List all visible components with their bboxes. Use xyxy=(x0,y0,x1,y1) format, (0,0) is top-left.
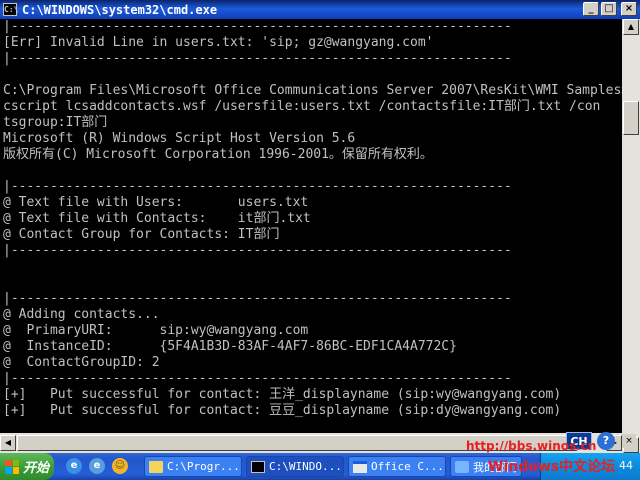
console-line: |---------------------------------------… xyxy=(3,291,512,306)
folder-icon xyxy=(149,460,163,473)
close-button[interactable]: × xyxy=(621,2,637,16)
internet-explorer-icon[interactable]: e xyxy=(66,458,82,474)
browser-icon[interactable]: e xyxy=(89,458,105,474)
title-bar[interactable]: C:\ C:\WINDOWS\system32\cmd.exe _ □ × xyxy=(0,0,640,19)
messenger-icon[interactable]: ☺ xyxy=(112,458,128,474)
help-icon[interactable]: ? xyxy=(597,432,615,450)
console-line: |---------------------------------------… xyxy=(3,179,512,194)
cmd-icon: C:\ xyxy=(3,3,19,16)
console-line: 版权所有(C) Microsoft Corporation 1996-2001。… xyxy=(3,147,433,162)
console-output[interactable]: |---------------------------------------… xyxy=(0,19,622,453)
maximize-button[interactable]: □ xyxy=(601,2,617,16)
console-line: |---------------------------------------… xyxy=(3,371,512,386)
console-line: @ Contact Group for Contacts: IT部门 xyxy=(3,227,280,242)
scroll-left-icon[interactable]: ◀ xyxy=(0,435,16,451)
console-line: @ PrimaryURI: sip:wy@wangyang.com xyxy=(3,323,309,338)
console-line: @ Adding contacts... xyxy=(3,307,160,322)
console-line: [+] Put successful for contact: 王洋_displ… xyxy=(3,387,562,402)
start-button[interactable]: 开始 xyxy=(0,453,54,480)
console-line: |---------------------------------------… xyxy=(3,19,512,34)
console-line: tsgroup:IT部门 xyxy=(3,115,108,130)
cmd-icon xyxy=(251,460,265,473)
console-line: @ ContactGroupID: 2 xyxy=(3,355,160,370)
scroll-up-icon[interactable]: ▲ xyxy=(623,19,639,35)
app-icon xyxy=(455,460,469,473)
start-label: 开始 xyxy=(23,461,50,476)
console-line: |---------------------------------------… xyxy=(3,51,512,66)
taskbar-item-program-files[interactable]: C:\Progr... xyxy=(144,456,242,477)
console-line: [+] Put successful for contact: 豆豆_displ… xyxy=(3,403,562,418)
console-line: @ Text file with Users: users.txt xyxy=(3,195,309,210)
language-bar-close-icon[interactable]: × xyxy=(622,434,636,448)
taskbar-item-cmd[interactable]: C:\WINDO... xyxy=(246,456,344,477)
taskbar-item-office-communicator[interactable]: Office C... xyxy=(348,456,446,477)
taskbar-item-label: C:\WINDO... xyxy=(269,460,342,473)
watermark-brand: Windows中文论坛 xyxy=(488,459,616,475)
console-line: cscript lcsaddcontacts.wsf /usersfile:us… xyxy=(3,99,601,114)
taskbar-item-label: C:\Progr... xyxy=(167,460,240,473)
vertical-scrollbar[interactable]: ▲ ▼ xyxy=(622,19,640,453)
clock[interactable]: 44 xyxy=(619,459,633,472)
windows-flag-icon xyxy=(5,459,19,474)
taskbar-item-label: Office C... xyxy=(371,460,444,473)
window-title: C:\WINDOWS\system32\cmd.exe xyxy=(22,2,218,17)
console-line: [Err] Invalid Line in users.txt: 'sip; g… xyxy=(3,35,434,50)
console-line: |---------------------------------------… xyxy=(3,243,512,258)
console-line: Microsoft (R) Windows Script Host Versio… xyxy=(3,131,356,146)
minimize-button[interactable]: _ xyxy=(583,2,599,16)
watermark-url: http://bbs.winos.cn xyxy=(466,439,597,453)
cmd-window: C:\ C:\WINDOWS\system32\cmd.exe _ □ × |-… xyxy=(0,0,640,453)
console-line: @ Text file with Contacts: it部门.txt xyxy=(3,211,311,226)
console-line: @ InstanceID: {5F4A1B3D-83AF-4AF7-86BC-E… xyxy=(3,339,457,354)
vertical-scroll-thumb[interactable] xyxy=(623,101,639,135)
window-icon xyxy=(353,460,367,473)
console-line: C:\Program Files\Microsoft Office Commun… xyxy=(3,83,622,98)
